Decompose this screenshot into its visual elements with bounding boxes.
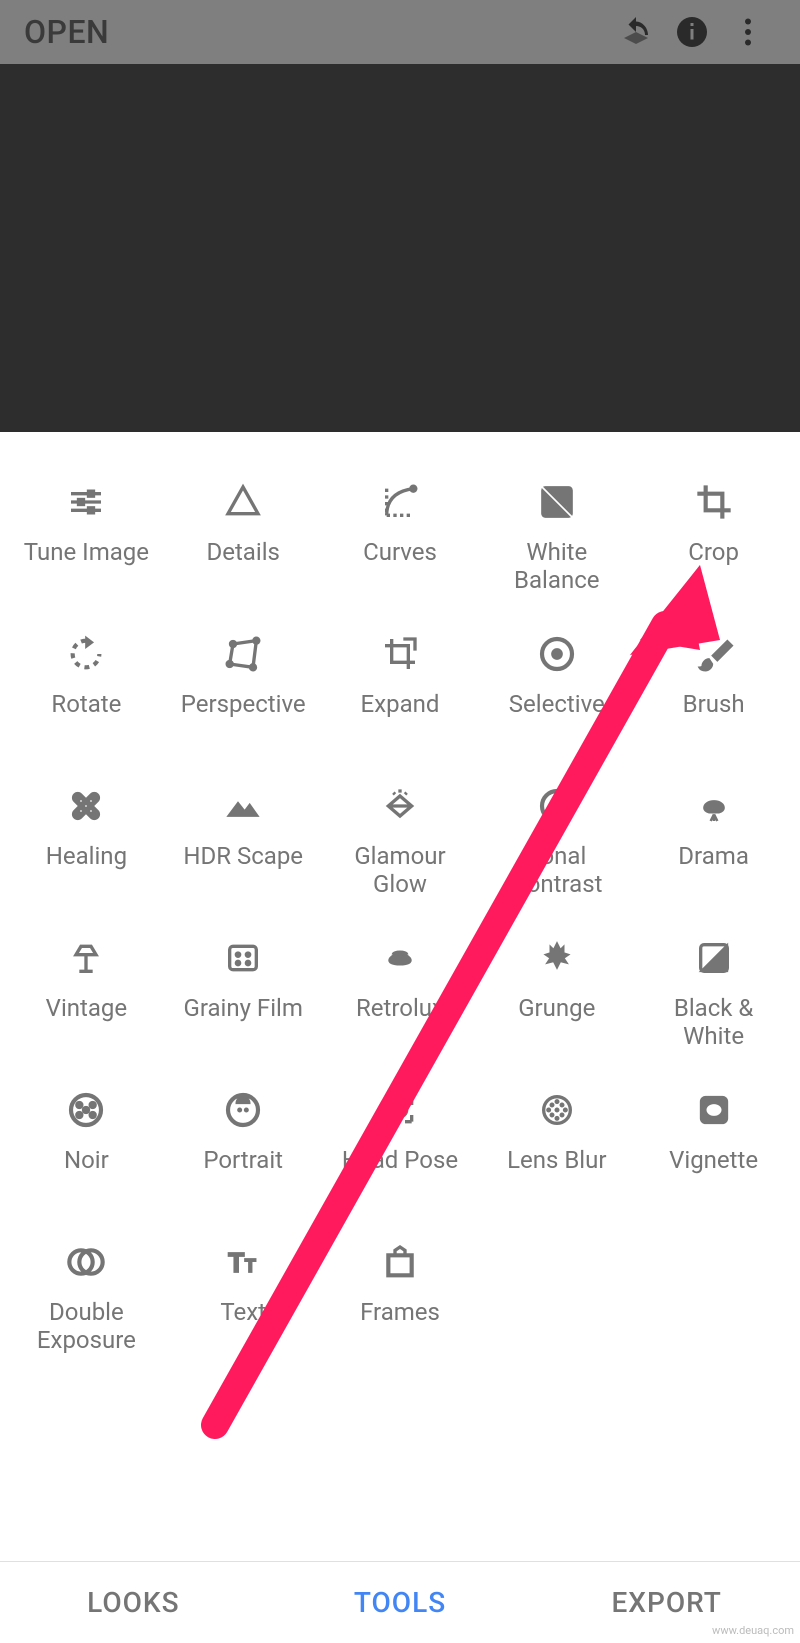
tool-label: Vignette bbox=[669, 1146, 758, 1174]
hdr-scape-icon bbox=[221, 784, 265, 828]
tool-label: Glamour Glow bbox=[330, 842, 470, 898]
tool-label: Noir bbox=[64, 1146, 109, 1174]
tool-label: Black & White bbox=[644, 994, 784, 1050]
tool-perspective[interactable]: Perspective bbox=[165, 632, 322, 784]
tool-grunge[interactable]: Grunge bbox=[478, 936, 635, 1088]
tool-label: Head Pose bbox=[342, 1146, 458, 1174]
tool-healing[interactable]: Healing bbox=[8, 784, 165, 936]
bottom-tabs: LOOKS TOOLS EXPORT bbox=[0, 1561, 800, 1643]
tool-grainy-film[interactable]: Grainy Film bbox=[165, 936, 322, 1088]
frames-icon bbox=[378, 1240, 422, 1284]
svg-text:T: T bbox=[228, 1247, 245, 1279]
tool-expand[interactable]: Expand bbox=[322, 632, 479, 784]
grainy-film-icon bbox=[221, 936, 265, 980]
tool-label: Details bbox=[206, 538, 279, 566]
tool-label: HDR Scape bbox=[183, 842, 303, 870]
tools-panel: Tune Image Details Curves WB White Balan… bbox=[0, 432, 800, 1643]
tool-hdr-scape[interactable]: HDR Scape bbox=[165, 784, 322, 936]
noir-icon bbox=[64, 1088, 108, 1132]
tool-label: Expand bbox=[361, 690, 440, 718]
rotate-icon bbox=[64, 632, 108, 676]
text-icon: TT bbox=[221, 1240, 265, 1284]
info-icon[interactable] bbox=[664, 4, 720, 60]
tool-brush[interactable]: Brush bbox=[635, 632, 792, 784]
tool-portrait[interactable]: Portrait bbox=[165, 1088, 322, 1240]
tab-looks[interactable]: LOOKS bbox=[0, 1562, 267, 1643]
head-pose-icon bbox=[378, 1088, 422, 1132]
vintage-icon bbox=[64, 936, 108, 980]
tool-text[interactable]: TT Text bbox=[165, 1240, 322, 1392]
tool-label: Vintage bbox=[46, 994, 127, 1022]
tool-double-exposure[interactable]: Double Exposure bbox=[8, 1240, 165, 1392]
tool-vignette[interactable]: Vignette bbox=[635, 1088, 792, 1240]
tool-rotate[interactable]: Rotate bbox=[8, 632, 165, 784]
tool-label: Perspective bbox=[181, 690, 306, 718]
tool-tonal-contrast[interactable]: Tonal Contrast bbox=[478, 784, 635, 936]
tool-label: Selective bbox=[509, 690, 605, 718]
brush-icon bbox=[692, 632, 736, 676]
tool-noir[interactable]: Noir bbox=[8, 1088, 165, 1240]
tool-tune-image[interactable]: Tune Image bbox=[8, 480, 165, 632]
tab-tools[interactable]: TOOLS bbox=[267, 1562, 534, 1643]
tool-label: Healing bbox=[46, 842, 127, 870]
tool-label: Tune Image bbox=[24, 538, 149, 566]
tool-white-balance[interactable]: WB White Balance bbox=[478, 480, 635, 632]
healing-icon bbox=[64, 784, 108, 828]
tool-head-pose[interactable]: Head Pose bbox=[322, 1088, 479, 1240]
undo-stack-icon[interactable] bbox=[608, 4, 664, 60]
tool-label: Double Exposure bbox=[16, 1298, 156, 1354]
black-white-icon bbox=[692, 936, 736, 980]
tune-icon bbox=[64, 480, 108, 524]
tool-label: Tonal Contrast bbox=[487, 842, 627, 898]
curves-icon bbox=[378, 480, 422, 524]
tool-lens-blur[interactable]: Lens Blur bbox=[478, 1088, 635, 1240]
top-bar: OPEN bbox=[0, 0, 800, 64]
vignette-icon bbox=[692, 1088, 736, 1132]
tool-frames[interactable]: Frames bbox=[322, 1240, 479, 1392]
tool-label: White Balance bbox=[487, 538, 627, 594]
tool-retrolux[interactable]: Retrolux bbox=[322, 936, 479, 1088]
image-canvas[interactable] bbox=[0, 64, 800, 432]
selective-icon bbox=[535, 632, 579, 676]
retrolux-icon bbox=[378, 936, 422, 980]
tool-label: Rotate bbox=[51, 690, 121, 718]
tool-selective[interactable]: Selective bbox=[478, 632, 635, 784]
tools-grid: Tune Image Details Curves WB White Balan… bbox=[0, 432, 800, 1561]
tool-label: Brush bbox=[683, 690, 745, 718]
open-button[interactable]: OPEN bbox=[24, 13, 109, 51]
details-icon bbox=[221, 480, 265, 524]
tool-label: Grunge bbox=[518, 994, 595, 1022]
crop-icon bbox=[692, 480, 736, 524]
double-exposure-icon bbox=[64, 1240, 108, 1284]
tool-black-white[interactable]: Black & White bbox=[635, 936, 792, 1088]
watermark: www.deuaq.com bbox=[712, 1624, 794, 1637]
tool-label: Curves bbox=[363, 538, 437, 566]
svg-text:T: T bbox=[245, 1256, 256, 1277]
white-balance-icon: WB bbox=[535, 480, 579, 524]
tonal-contrast-icon bbox=[535, 784, 579, 828]
tool-label: Crop bbox=[688, 538, 739, 566]
tool-vintage[interactable]: Vintage bbox=[8, 936, 165, 1088]
tool-label: Text bbox=[220, 1298, 266, 1326]
tool-curves[interactable]: Curves bbox=[322, 480, 479, 632]
tool-drama[interactable]: Drama bbox=[635, 784, 792, 936]
tool-label: Retrolux bbox=[356, 994, 444, 1022]
tool-label: Lens Blur bbox=[507, 1146, 606, 1174]
tool-glamour-glow[interactable]: Glamour Glow bbox=[322, 784, 479, 936]
expand-icon bbox=[378, 632, 422, 676]
portrait-icon bbox=[221, 1088, 265, 1132]
tool-crop[interactable]: Crop bbox=[635, 480, 792, 632]
tool-label: Grainy Film bbox=[183, 994, 302, 1022]
tool-label: Drama bbox=[678, 842, 749, 870]
tool-details[interactable]: Details bbox=[165, 480, 322, 632]
glamour-glow-icon bbox=[378, 784, 422, 828]
overflow-menu-icon[interactable] bbox=[720, 4, 776, 60]
grunge-icon bbox=[535, 936, 579, 980]
lens-blur-icon bbox=[535, 1088, 579, 1132]
tool-label: Portrait bbox=[203, 1146, 283, 1174]
perspective-icon bbox=[221, 632, 265, 676]
tool-label: Frames bbox=[360, 1298, 440, 1326]
drama-icon bbox=[692, 784, 736, 828]
